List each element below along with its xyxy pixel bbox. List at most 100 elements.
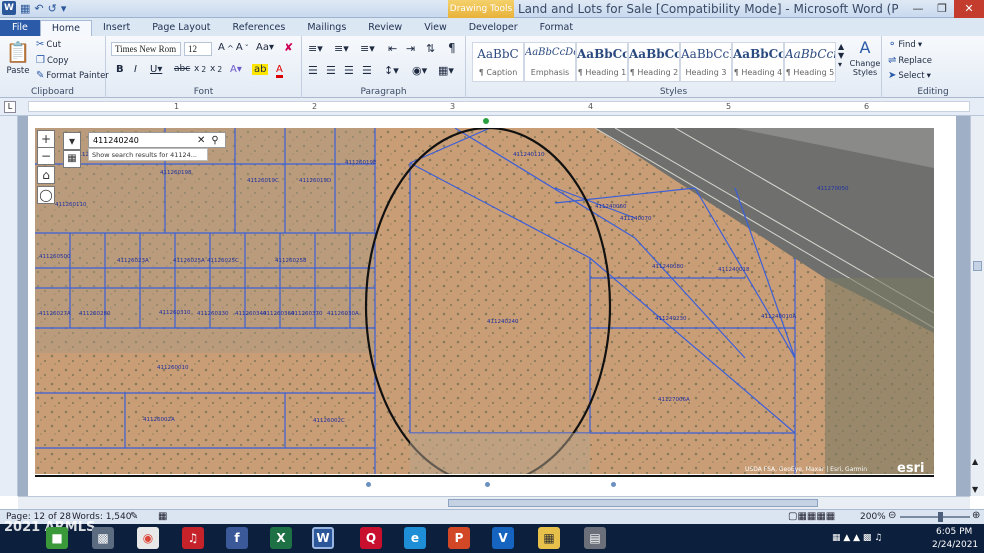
font-color-button[interactable]: A bbox=[276, 64, 283, 78]
styles-scroll-buttons[interactable]: ▲ ▼ ▾ bbox=[838, 42, 844, 69]
tab-format[interactable]: Format bbox=[529, 20, 584, 36]
shading-icon[interactable]: ◉▾ bbox=[412, 64, 427, 77]
parcel-map-image[interactable]: 411240110 411240060 411240070 411240080 … bbox=[35, 128, 934, 474]
align-right-icon[interactable]: ☰ bbox=[344, 64, 354, 77]
tab-review[interactable]: Review bbox=[357, 20, 413, 36]
highlight-button[interactable]: ab bbox=[252, 64, 269, 75]
facebook-icon[interactable]: f bbox=[226, 527, 248, 549]
font-name-combo[interactable]: Times New Rom bbox=[111, 42, 181, 56]
chrome-icon[interactable]: ◉ bbox=[137, 527, 159, 549]
zoom-slider[interactable] bbox=[900, 516, 970, 518]
tab-developer[interactable]: Developer bbox=[458, 20, 529, 36]
tab-selector-icon[interactable]: L bbox=[4, 101, 16, 113]
rotate-handle[interactable] bbox=[483, 118, 489, 124]
style-heading-4[interactable]: AaBbCcl ¶ Heading 4 bbox=[732, 42, 784, 82]
search-dropdown-icon[interactable]: ▾ bbox=[63, 132, 81, 150]
font-size-combo[interactable]: 12 bbox=[184, 42, 212, 56]
paste-button[interactable]: 📋 Paste bbox=[4, 40, 32, 76]
next-page-icon[interactable]: ▼ bbox=[972, 485, 978, 494]
bold-button[interactable]: B bbox=[116, 64, 124, 75]
app-icon-q[interactable]: Q bbox=[360, 527, 382, 549]
app-icon-v[interactable]: V bbox=[492, 527, 514, 549]
style-emphasis[interactable]: AaBbCcDc Emphasis bbox=[524, 42, 576, 82]
page[interactable]: 411240110 411240060 411240070 411240080 … bbox=[28, 116, 956, 496]
prev-page-icon[interactable]: ▲ bbox=[972, 457, 978, 466]
change-case-button[interactable]: Aa▾ bbox=[256, 42, 274, 53]
subscript-button[interactable]: x2 bbox=[194, 64, 206, 74]
locate-icon[interactable]: ◯ bbox=[37, 186, 55, 204]
tab-file[interactable]: File bbox=[0, 20, 40, 36]
word-icon[interactable]: W bbox=[312, 527, 334, 549]
decrease-indent-icon[interactable]: ⇤ bbox=[388, 42, 397, 55]
hscroll-thumb[interactable] bbox=[448, 499, 818, 507]
multilevel-list-icon[interactable]: ≡▾ bbox=[360, 42, 375, 55]
tab-view[interactable]: View bbox=[413, 20, 458, 36]
restore-button[interactable]: ❐ bbox=[930, 0, 954, 18]
resize-handle[interactable] bbox=[611, 482, 616, 487]
align-center-icon[interactable]: ☰ bbox=[326, 64, 336, 77]
proofing-icon[interactable]: ✎ bbox=[130, 511, 138, 522]
superscript-button[interactable]: x2 bbox=[210, 64, 222, 74]
select-button[interactable]: ➤ Select ▾ bbox=[888, 70, 931, 81]
horizontal-ruler[interactable]: L 1 2 3 4 5 6 bbox=[0, 98, 984, 116]
scroll-thumb[interactable] bbox=[973, 261, 982, 271]
redo-icon[interactable]: ↺ bbox=[48, 2, 57, 15]
save-icon[interactable]: ▦ bbox=[20, 2, 30, 15]
tab-insert[interactable]: Insert bbox=[92, 20, 141, 36]
zoom-level[interactable]: 200% bbox=[860, 512, 886, 522]
borders-icon[interactable]: ▦▾ bbox=[438, 64, 454, 77]
style-caption[interactable]: AaBbC ¶ Caption bbox=[472, 42, 524, 82]
map-search-input[interactable] bbox=[93, 135, 195, 145]
excel-icon[interactable]: X bbox=[270, 527, 292, 549]
justify-icon[interactable]: ☰ bbox=[362, 64, 372, 77]
search-suggestion[interactable]: Show search results for 41124... bbox=[88, 148, 208, 161]
style-heading-5[interactable]: AaBbCci ¶ Heading 5 bbox=[784, 42, 836, 82]
horizontal-scrollbar[interactable] bbox=[18, 496, 970, 509]
grow-font-button[interactable]: A ^ Aˇ bbox=[218, 42, 249, 53]
italic-button[interactable]: I bbox=[134, 64, 137, 75]
layers-icon[interactable]: ▦ bbox=[63, 150, 81, 168]
app-icon-1[interactable]: ■ bbox=[46, 527, 68, 549]
cut-button[interactable]: ✂ Cut bbox=[36, 39, 61, 50]
customize-qat-icon[interactable]: ▾ bbox=[61, 2, 67, 15]
text-effects-button[interactable]: A▾ bbox=[230, 64, 242, 75]
style-heading-2[interactable]: AaBbCcl ¶ Heading 2 bbox=[628, 42, 680, 82]
find-button[interactable]: ⚬ Find ▾ bbox=[888, 39, 922, 50]
style-heading-3[interactable]: AaBbCcI Heading 3 bbox=[680, 42, 732, 82]
replace-button[interactable]: ⇌ Replace bbox=[888, 55, 932, 66]
align-left-icon[interactable]: ☰ bbox=[308, 64, 318, 77]
app-icon-printer[interactable]: ▤ bbox=[584, 527, 606, 549]
numbering-icon[interactable]: ≡▾ bbox=[334, 42, 349, 55]
home-icon[interactable]: ⌂ bbox=[37, 166, 55, 184]
app-icon-computer[interactable]: ▩ bbox=[92, 527, 114, 549]
ie-icon[interactable]: e bbox=[404, 527, 426, 549]
underline-button[interactable]: U▾ bbox=[150, 64, 162, 75]
undo-icon[interactable]: ↶ bbox=[34, 2, 43, 15]
clock-date[interactable]: 2/24/2021 bbox=[932, 540, 978, 550]
folder-icon[interactable]: ▦ bbox=[538, 527, 560, 549]
map-search-box[interactable]: ✕ ⚲ bbox=[88, 132, 226, 148]
increase-indent-icon[interactable]: ⇥ bbox=[406, 42, 415, 55]
strikethrough-button[interactable]: abc bbox=[174, 64, 190, 74]
tab-page-layout[interactable]: Page Layout bbox=[141, 20, 221, 36]
line-spacing-icon[interactable]: ↕▾ bbox=[384, 64, 399, 77]
tray-icons[interactable]: ▦ ▲ ▲ ▩ ♫ bbox=[832, 533, 882, 543]
zoom-in-icon[interactable]: ⊕ bbox=[972, 510, 980, 521]
style-heading-1[interactable]: AaBbCc ¶ Heading 1 bbox=[576, 42, 628, 82]
app-icon-red[interactable]: ♫ bbox=[182, 527, 204, 549]
minimize-button[interactable]: — bbox=[906, 0, 930, 18]
tab-mailings[interactable]: Mailings bbox=[296, 20, 357, 36]
resize-handle[interactable] bbox=[485, 482, 490, 487]
clock-time[interactable]: 6:05 PM bbox=[936, 527, 972, 537]
tab-home[interactable]: Home bbox=[39, 20, 92, 36]
close-button[interactable]: ✕ bbox=[954, 0, 984, 18]
zoom-out-button[interactable]: − bbox=[37, 147, 55, 165]
powerpoint-icon[interactable]: P bbox=[448, 527, 470, 549]
vertical-scrollbar[interactable]: ▲ ▼ bbox=[970, 116, 984, 496]
clear-search-icon[interactable]: ✕ bbox=[197, 135, 205, 146]
format-painter-button[interactable]: ✎ Format Painter bbox=[36, 70, 109, 81]
resize-handle[interactable] bbox=[366, 482, 371, 487]
clear-format-icon[interactable]: ✘ bbox=[284, 41, 293, 54]
vertical-ruler[interactable] bbox=[0, 116, 18, 496]
view-buttons[interactable]: ▢▦▦▦▦ bbox=[788, 511, 835, 522]
